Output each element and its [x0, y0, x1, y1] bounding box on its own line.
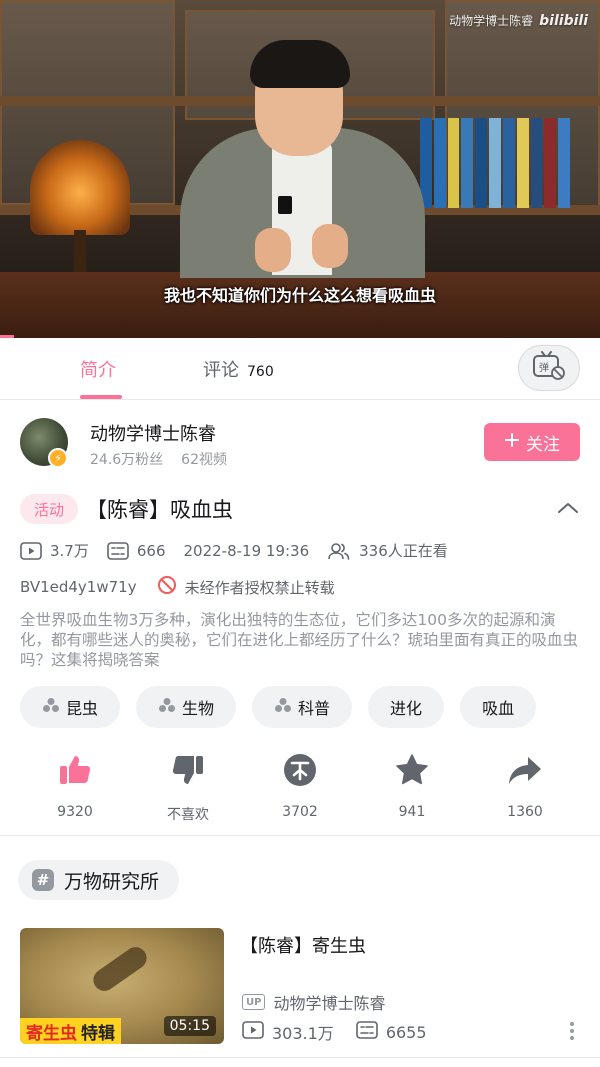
related-thumbnail[interactable]: 寄生虫 特辑 05:15 [20, 928, 224, 1044]
thumbs-down-icon [170, 752, 206, 792]
plus-icon [504, 432, 520, 453]
bvid-row: BV1ed4y1w71y 未经作者授权禁止转载 [20, 575, 335, 599]
related-uploader: UP 动物学博士陈睿 [242, 990, 385, 1014]
fans-count: 24.6万粉丝 [90, 452, 164, 468]
play-count-icon [20, 541, 42, 560]
repost-notice: 未经作者授权禁止转载 [157, 575, 335, 599]
hashtag-icon: # [32, 869, 54, 891]
danmaku-count: 666 [136, 541, 166, 560]
tag-label: 科普 [298, 699, 331, 718]
chevron-up-icon[interactable] [556, 498, 580, 522]
related-video-card[interactable]: 寄生虫 特辑 05:15 【陈睿】寄生虫 UP 动物学博士陈睿 303.1万 66… [0, 928, 600, 1058]
tab-indicator [80, 395, 122, 399]
uploader-stats: 24.6万粉丝 62视频 [90, 449, 227, 469]
verified-badge-icon: ⚡ [48, 448, 68, 468]
cluster-icon [158, 697, 176, 717]
coin-count: 3702 [282, 804, 318, 820]
share-count: 1360 [507, 804, 543, 820]
tag-item[interactable]: 生物 [136, 686, 237, 728]
video-meta: 3.7万 666 2022-8-19 19:36 336人正在看 [20, 540, 466, 561]
tag-item[interactable]: 昆虫 [20, 686, 121, 728]
svg-text:弹: 弹 [539, 361, 549, 374]
collection-label: 万物研究所 [64, 870, 160, 893]
action-bar: 9320 不喜欢 3702 941 1360 [0, 752, 600, 836]
viewers-icon [327, 541, 351, 561]
dislike-button[interactable]: 不喜欢 [138, 752, 238, 824]
danmaku-off-icon: 弹 [531, 351, 567, 385]
like-button[interactable]: 9320 [25, 752, 125, 820]
video-title-row: 活动 【陈睿】吸血虫 [20, 492, 580, 526]
tag-item[interactable]: 吸血 [460, 686, 537, 728]
subtitle: 我也不知道你们为什么这么想看吸血虫 [163, 286, 436, 305]
tab-comments[interactable]: 评论 760 [203, 356, 274, 382]
related-play-count: 303.1万 [272, 1024, 334, 1043]
tag-item[interactable]: 进化 [368, 686, 445, 728]
coin-icon [282, 752, 318, 792]
dislike-label: 不喜欢 [167, 807, 209, 823]
video-duration: 05:15 [163, 1016, 216, 1036]
forbidden-icon [157, 575, 177, 599]
publish-date: 2022-8-19 19:36 [183, 541, 310, 560]
cluster-icon [42, 697, 60, 717]
star-icon [394, 752, 430, 792]
tag-label: 昆虫 [66, 699, 99, 718]
play-count: 3.7万 [50, 542, 89, 560]
cluster-icon [274, 697, 292, 717]
tab-comments-label: 评论 [203, 360, 239, 381]
like-count: 9320 [57, 804, 93, 820]
coin-button[interactable]: 3702 [250, 752, 350, 820]
danmaku-count-icon [107, 541, 129, 560]
activity-tag[interactable]: 活动 [20, 494, 79, 524]
tag-item[interactable]: 科普 [252, 686, 353, 728]
video-player[interactable]: 动物学博士陈睿 bilibili 我也不知道你们为什么这么想看吸血虫 [0, 0, 600, 338]
thumbnail-caption-red: 寄生虫 [26, 1023, 77, 1044]
tag-label: 生物 [182, 699, 215, 718]
follow-button[interactable]: 关注 [484, 423, 580, 461]
related-stats: 303.1万 6655 [242, 1020, 449, 1044]
tag-label: 进化 [390, 699, 423, 718]
share-arrow-icon [507, 752, 543, 792]
watching-count: 336人正在看 [359, 542, 448, 560]
tag-list: 昆虫 生物 科普 进化 吸血 [20, 686, 537, 728]
tag-label: 吸血 [482, 699, 515, 718]
share-button[interactable]: 1360 [475, 752, 575, 820]
favorite-button[interactable]: 941 [362, 752, 462, 820]
related-title[interactable]: 【陈睿】寄生虫 [240, 932, 366, 958]
bvid[interactable]: BV1ed4y1w71y [20, 578, 137, 596]
comments-count: 760 [247, 364, 274, 380]
thumbnail-caption: 寄生虫 特辑 [20, 1018, 121, 1044]
danmaku-count-icon [356, 1021, 378, 1043]
video-count: 62视频 [181, 452, 227, 468]
danmaku-toggle-button[interactable]: 弹 [518, 345, 580, 391]
video-title: 【陈睿】吸血虫 [86, 498, 234, 522]
favorite-count: 941 [398, 804, 426, 820]
thumbs-up-icon [57, 752, 93, 792]
related-uploader-name: 动物学博士陈睿 [273, 994, 386, 1013]
uploader-card: ⚡ 动物学博士陈睿 24.6万粉丝 62视频 关注 [0, 400, 600, 484]
bilibili-logo: bilibili [539, 12, 588, 29]
video-description: 全世界吸血生物3万多种，演化出独特的生态位，它们多达100多次的起源和演化，都有… [20, 611, 579, 669]
watermark-text: 动物学博士陈睿 [449, 14, 534, 28]
follow-label: 关注 [526, 434, 560, 455]
tab-bar: 简介 评论 760 弹 [0, 338, 600, 400]
uploader-name[interactable]: 动物学博士陈睿 [90, 420, 216, 446]
collection-chip[interactable]: # 万物研究所 [18, 860, 180, 900]
related-danmaku-count: 6655 [385, 1022, 427, 1042]
play-count-icon [242, 1021, 264, 1043]
up-badge-icon: UP [242, 994, 266, 1010]
watermark: 动物学博士陈睿 bilibili [449, 12, 588, 29]
tab-intro[interactable]: 简介 [80, 356, 116, 382]
more-options-icon[interactable] [570, 1022, 574, 1040]
thumbnail-caption-dark: 特辑 [81, 1023, 115, 1044]
repost-notice-text: 未经作者授权禁止转载 [184, 578, 335, 597]
